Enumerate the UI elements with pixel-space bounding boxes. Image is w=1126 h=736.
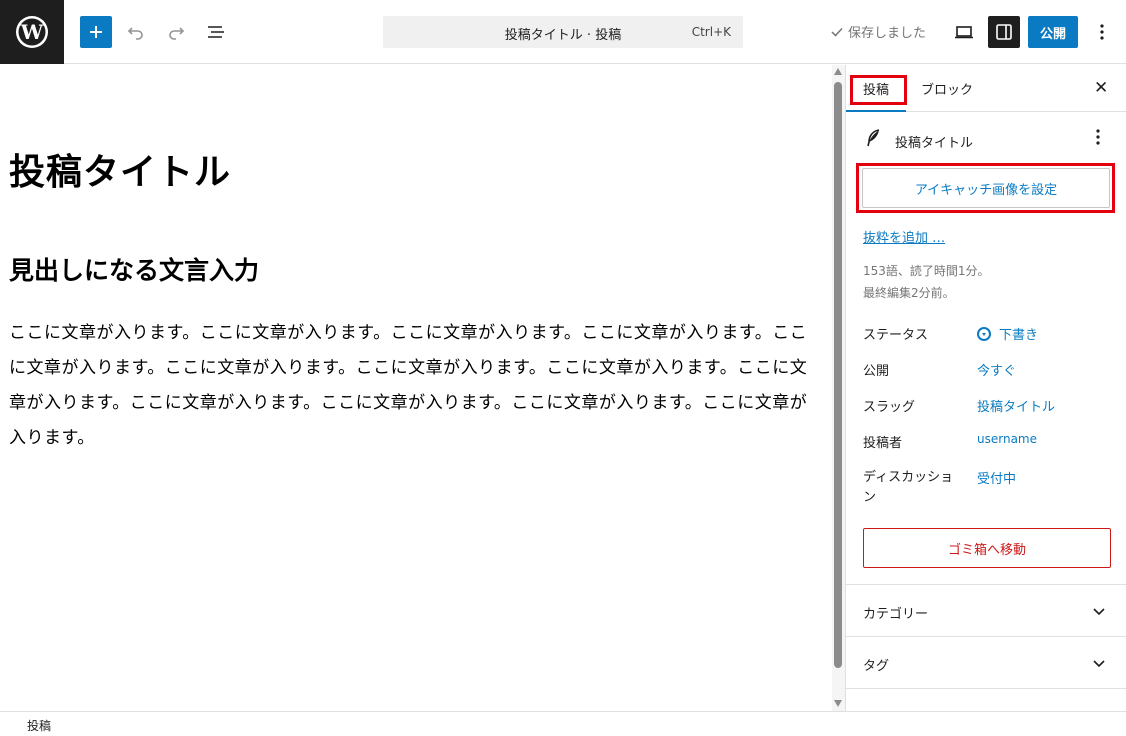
add-block-button[interactable] [80, 16, 112, 48]
tags-panel-label: タグ [863, 659, 890, 674]
status-value-button[interactable]: 下書き [977, 324, 1038, 343]
settings-sidebar: 投稿 ブロック ✕ 投稿タイトル アイキャッチ画像を設定 抜粋を追加 … 153… [845, 65, 1126, 711]
publish-label: 公開 [863, 364, 890, 379]
chevron-down-icon [1092, 603, 1106, 622]
editor-header: W 投稿タイトル · 投稿 Ctrl+K 保存しました 公開 [0, 0, 1126, 64]
paragraph-block[interactable]: ここに文章が入ります。ここに文章が入ります。ここに文章が入ります。ここに文章が入… [9, 316, 815, 456]
add-excerpt-link[interactable]: 抜粋を追加 … [863, 227, 945, 246]
sidebar-tabs: 投稿 ブロック ✕ [846, 65, 1126, 112]
document-title: 投稿タイトル [895, 136, 974, 151]
publish-date-button[interactable]: 今すぐ [977, 360, 1016, 379]
active-tab-indicator [846, 110, 906, 112]
breadcrumb[interactable]: 投稿 [27, 717, 51, 734]
word-count: 153語、読了時間1分。 [863, 264, 990, 278]
chevron-down-icon [1092, 655, 1106, 674]
scrollbar-thumb[interactable] [834, 82, 842, 668]
status-value: 下書き [999, 328, 1039, 343]
settings-sidebar-toggle-button[interactable] [988, 16, 1020, 48]
document-actions-more-icon[interactable] [1096, 129, 1100, 149]
tags-panel[interactable]: タグ [846, 636, 1126, 688]
undo-icon[interactable] [120, 16, 152, 48]
scroll-down-arrow-icon[interactable] [834, 700, 842, 707]
set-featured-image-button[interactable]: アイキャッチ画像を設定 [862, 168, 1110, 208]
command-title: 投稿タイトル · 投稿 [504, 28, 622, 43]
slug-button[interactable]: 投稿タイトル [977, 396, 1055, 415]
saved-label: 保存しました [848, 26, 927, 41]
publish-button[interactable]: 公開 [1028, 16, 1078, 48]
preview-desktop-icon[interactable] [948, 16, 980, 48]
draft-status-icon [977, 327, 991, 341]
author-label: 投稿者 [863, 436, 903, 451]
check-icon [831, 27, 843, 37]
heading-block[interactable]: 見出しになる文言入力 [9, 251, 259, 287]
discussion-label: ディスカッション [863, 470, 954, 505]
document-overview-icon[interactable] [200, 16, 232, 48]
editor-canvas[interactable]: 投稿タイトル 見出しになる文言入力 ここに文章が入ります。ここに文章が入ります。… [0, 65, 832, 711]
panel-divider [846, 688, 1126, 711]
wordpress-logo-icon[interactable]: W [0, 0, 64, 64]
scroll-up-arrow-icon[interactable] [834, 68, 842, 75]
slug-label: スラッグ [863, 400, 916, 415]
move-to-trash-button[interactable]: ゴミ箱へ移動 [863, 528, 1111, 568]
post-title[interactable]: 投稿タイトル [9, 143, 231, 195]
command-shortcut: Ctrl+K [691, 25, 731, 39]
status-label: ステータス [863, 328, 929, 343]
command-palette-button[interactable]: 投稿タイトル · 投稿 Ctrl+K [383, 16, 743, 48]
categories-panel[interactable]: カテゴリー [846, 584, 1126, 636]
close-icon[interactable]: ✕ [1094, 78, 1108, 98]
options-more-icon[interactable] [1086, 16, 1118, 48]
redo-icon[interactable] [160, 16, 192, 48]
author-button[interactable]: username [977, 432, 1037, 446]
last-edited: 最終編集2分前。 [863, 286, 955, 300]
tab-highlight-box [850, 75, 907, 105]
saved-status: 保存しました [830, 22, 926, 41]
svg-text:W: W [20, 20, 44, 44]
editor-footer: 投稿 [0, 711, 1126, 736]
categories-panel-label: カテゴリー [863, 607, 929, 622]
sidebar-icon [996, 24, 1012, 40]
discussion-button[interactable]: 受付中 [977, 468, 1016, 487]
post-feather-icon [866, 129, 882, 151]
tab-block[interactable]: ブロック [921, 79, 973, 98]
